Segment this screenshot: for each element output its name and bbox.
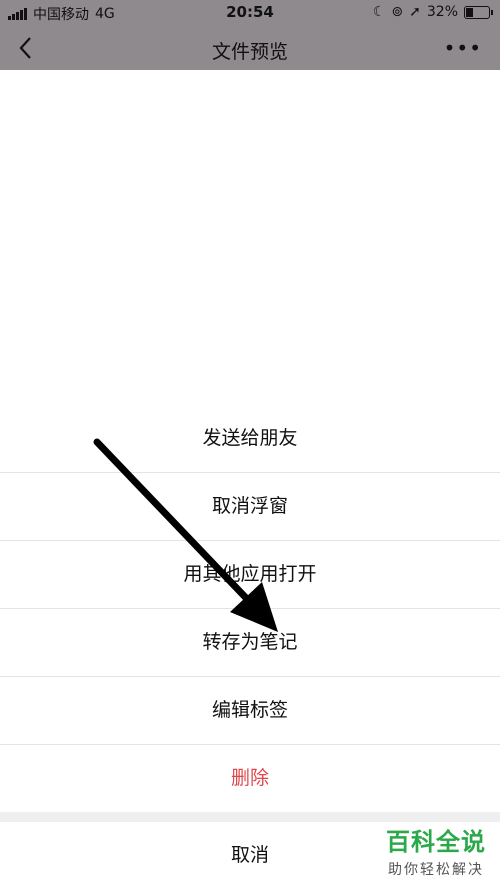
send-to-friend-option[interactable]: 发送给朋友 [0,405,500,473]
open-with-other-app-option[interactable]: 用其他应用打开 [0,541,500,609]
lock-rotation-icon: ⊚ [391,4,404,20]
battery-percent: 32% [426,4,458,20]
watermark-logo: 百科全说 助你轻松解决 [386,822,486,879]
action-sheet: 发送给朋友 取消浮窗 用其他应用打开 转存为笔记 编辑标签 删除 取消 [0,405,500,889]
edit-tags-option[interactable]: 编辑标签 [0,677,500,745]
battery-icon [464,5,493,19]
delete-option[interactable]: 删除 [0,745,500,812]
watermark-subtitle: 助你轻松解决 [388,862,484,878]
location-icon: ➚ [409,4,421,20]
navigation-bar: 文件预览 ••• [0,26,500,70]
status-right: ☾ ⊚ ➚ 32% [372,4,493,20]
more-options-icon[interactable]: ••• [444,36,482,60]
watermark-title: 百科全说 [386,828,486,856]
moon-icon: ☾ [372,4,386,20]
status-bar: 中国移动 4G 20:54 ☾ ⊚ ➚ 32% [0,0,500,26]
page-title: 文件预览 [211,41,288,63]
cancel-floating-window-option[interactable]: 取消浮窗 [0,473,500,541]
action-sheet-options: 发送给朋友 取消浮窗 用其他应用打开 转存为笔记 编辑标签 删除 [0,405,500,812]
dimmed-background: 中国移动 4G 20:54 ☾ ⊚ ➚ 32% 文件预览 ••• [0,0,500,410]
file-preview-area [0,70,500,410]
save-as-note-option[interactable]: 转存为笔记 [0,609,500,677]
